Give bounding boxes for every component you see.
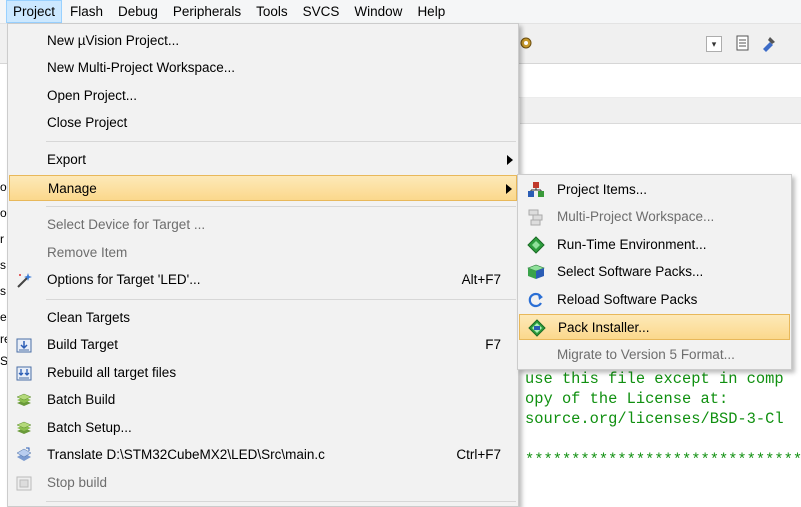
submenu-item-reload-software-packs[interactable]: Reload Software Packs <box>519 287 790 313</box>
submenu-item-select-software-packs[interactable]: Select Software Packs... <box>519 259 790 285</box>
menu-item-batch-build[interactable]: Batch Build <box>9 387 517 413</box>
menu-svcs[interactable]: SVCS <box>296 0 347 23</box>
project-pane-fragment: e <box>0 310 7 324</box>
submenu-item-pack-installer[interactable]: Pack Installer... <box>519 314 790 340</box>
code-line: use this file except in comp <box>525 370 784 388</box>
menu-item-new-uvision-project[interactable]: New µVision Project... <box>9 28 517 54</box>
toolbar-document-icon[interactable] <box>734 34 752 52</box>
menu-item-label: New Multi-Project Workspace... <box>47 60 236 75</box>
menu-item-label: Remove Item <box>47 245 128 260</box>
menu-separator <box>46 501 516 502</box>
toolbar-dropdown-button[interactable]: ▾ <box>706 36 722 52</box>
menu-help[interactable]: Help <box>410 0 452 23</box>
submenu-item-label: Migrate to Version 5 Format... <box>557 347 735 362</box>
menu-item-select-device[interactable]: Select Device for Target ... <box>9 212 517 238</box>
menu-item-label: Translate D:\STM32CubeMX2\LED\Src\main.c <box>47 447 325 462</box>
pack-installer-icon <box>528 319 546 337</box>
menu-separator <box>46 299 516 300</box>
menu-item-clean-targets[interactable]: Clean Targets <box>9 305 517 331</box>
menu-item-label: Stop build <box>47 475 108 490</box>
menu-item-new-multi-project-workspace[interactable]: New Multi-Project Workspace... <box>9 55 517 81</box>
menu-flash[interactable]: Flash <box>63 0 110 23</box>
menu-item-remove-item[interactable]: Remove Item <box>9 240 517 266</box>
code-line: ********************************** <box>525 451 801 469</box>
submenu-item-label: Run-Time Environment... <box>557 237 707 252</box>
menu-tools[interactable]: Tools <box>249 0 295 23</box>
menu-item-label: Batch Build <box>47 392 116 407</box>
menu-item-export[interactable]: Export <box>9 147 517 173</box>
menu-item-shortcut: Alt+F7 <box>461 272 501 287</box>
rebuild-icon <box>16 366 32 381</box>
build-icon <box>16 338 32 353</box>
project-pane-fragment: r <box>0 232 4 246</box>
submenu-arrow-icon <box>506 184 512 194</box>
batch-build-icon <box>16 393 32 406</box>
batch-setup-icon <box>16 421 32 434</box>
menu-item-label: Clean Targets <box>47 310 131 325</box>
menu-item-label: Close Project <box>47 115 128 130</box>
submenu-item-project-items[interactable]: Project Items... <box>519 177 790 203</box>
menu-item-label: Rebuild all target files <box>47 365 177 380</box>
submenu-item-label: Project Items... <box>557 182 648 197</box>
menu-item-shortcut: Ctrl+F7 <box>456 447 501 462</box>
menu-item-stop-build[interactable]: Stop build <box>9 470 517 496</box>
runtime-environment-icon <box>527 236 545 254</box>
menu-window[interactable]: Window <box>347 0 409 23</box>
submenu-item-run-time-environment[interactable]: Run-Time Environment... <box>519 232 790 258</box>
project-menu: New µVision Project... New Multi-Project… <box>7 23 519 507</box>
submenu-arrow-icon <box>507 155 513 165</box>
menu-separator <box>46 141 516 142</box>
manage-submenu: Project Items... Multi-Project Workspace… <box>517 174 792 370</box>
menu-item-label: New µVision Project... <box>47 33 180 48</box>
menu-item-shortcut: F7 <box>485 337 501 352</box>
menu-item-label: Options for Target 'LED'... <box>47 272 201 287</box>
submenu-item-label: Reload Software Packs <box>557 292 698 307</box>
reload-icon <box>528 292 543 308</box>
software-packs-icon <box>527 264 545 279</box>
menubar: Project Flash Debug Peripherals Tools SV… <box>0 0 801 24</box>
project-pane-fragment: s <box>0 258 6 272</box>
menu-item-label: Build Target <box>47 337 119 352</box>
menu-item-open-project[interactable]: Open Project... <box>9 83 517 109</box>
menu-item-translate[interactable]: Translate D:\STM32CubeMX2\LED\Src\main.c… <box>9 442 517 468</box>
menu-item-options-for-target[interactable]: Options for Target 'LED'... Alt+F7 <box>9 267 517 293</box>
menu-item-build-target[interactable]: Build Target F7 <box>9 332 517 358</box>
submenu-item-label: Multi-Project Workspace... <box>557 209 715 224</box>
menu-project[interactable]: Project <box>6 0 63 23</box>
code-line: opy of the License at: <box>525 390 729 408</box>
submenu-item-label: Pack Installer... <box>558 320 650 335</box>
magic-wand-icon <box>17 273 32 288</box>
workspace-icon <box>528 209 543 226</box>
submenu-item-multi-project-workspace[interactable]: Multi-Project Workspace... <box>519 204 790 230</box>
menu-item-batch-setup[interactable]: Batch Setup... <box>9 415 517 441</box>
menu-item-label: Export <box>47 152 87 167</box>
submenu-item-label: Select Software Packs... <box>557 264 704 279</box>
translate-icon <box>16 447 32 461</box>
menu-item-label: Batch Setup... <box>47 420 132 435</box>
menu-item-label: Manage <box>48 181 97 196</box>
menu-item-label: Select Device for Target ... <box>47 217 206 232</box>
menu-item-rebuild-all[interactable]: Rebuild all target files <box>9 360 517 386</box>
menu-item-close-project[interactable]: Close Project <box>9 110 517 136</box>
editor-tab-strip <box>520 98 801 124</box>
project-items-icon <box>528 182 544 197</box>
stop-build-icon <box>16 476 32 491</box>
toolbar-settings-icon[interactable] <box>517 34 535 52</box>
menu-item-manage[interactable]: Manage <box>9 175 517 201</box>
menu-separator <box>46 206 516 207</box>
menu-item-label: Open Project... <box>47 88 138 103</box>
submenu-item-migrate-to-version-5[interactable]: Migrate to Version 5 Format... <box>519 342 790 368</box>
project-pane-fragment: s <box>0 284 6 298</box>
code-line: source.org/licenses/BSD-3-Cl <box>525 410 784 428</box>
toolbar-tools-icon[interactable] <box>760 34 778 52</box>
menu-debug[interactable]: Debug <box>111 0 165 23</box>
menu-peripherals[interactable]: Peripherals <box>166 0 248 23</box>
